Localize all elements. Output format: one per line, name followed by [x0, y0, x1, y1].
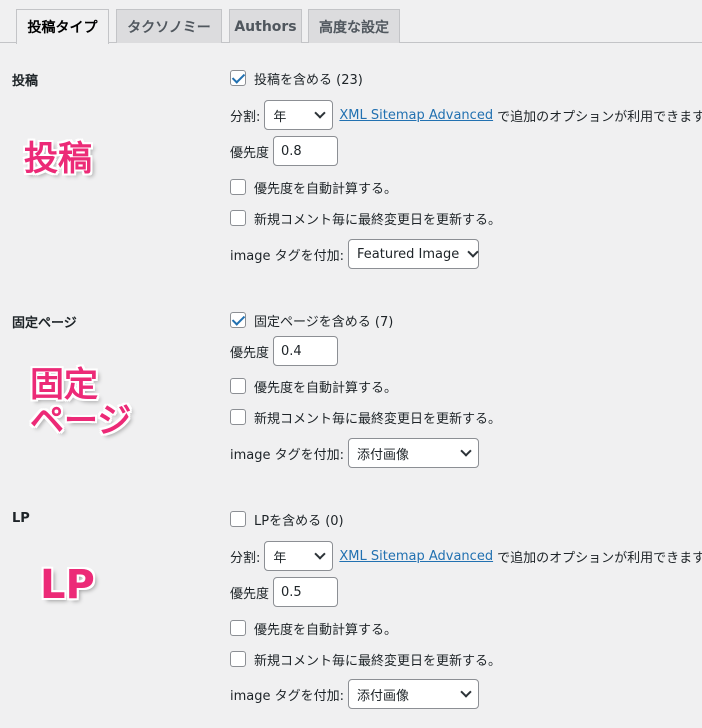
lp-include-row: LPを含める (0) [230, 509, 344, 529]
pages-annotation: 固定 ページ [30, 365, 132, 441]
xml-sitemap-advanced-link[interactable]: XML Sitemap Advanced [339, 108, 493, 123]
lp-include-label: LPを含める (0) [254, 513, 344, 529]
posts-priority-row: 優先度 0.8 [230, 136, 339, 166]
lp-image-tag-value: 添付画像 [357, 688, 410, 704]
lp-image-tag-select[interactable]: 添付画像 [348, 679, 480, 709]
posts-annotation: 投稿 [24, 139, 92, 179]
pages-update-lastmod-label: 新規コメント毎に最終変更日を更新する。 [254, 411, 502, 427]
lp-split-label: 分割: [230, 550, 261, 566]
lp-split-select[interactable]: 年 [264, 541, 334, 571]
chevron-down-icon [467, 246, 479, 258]
lp-image-tag-label: image タグを付加: [230, 688, 345, 704]
pages-priority-value: 0.4 [281, 343, 302, 359]
tab-advanced-settings[interactable]: 高度な設定 [308, 9, 400, 43]
posts-split-value: 年 [273, 109, 287, 125]
posts-priority-label: 優先度 [230, 145, 270, 161]
posts-split-row: 分割: 年 XML Sitemap Advanced で追加のオプションが利用で… [230, 99, 702, 131]
posts-image-tag-select[interactable]: Featured Image [348, 239, 480, 269]
posts-split-select[interactable]: 年 [264, 100, 334, 130]
posts-image-tag-row: image タグを付加: Featured Image [230, 238, 480, 270]
lp-xml-sitemap-advanced-link[interactable]: XML Sitemap Advanced [339, 549, 493, 564]
pages-priority-row: 優先度 0.4 [230, 336, 339, 366]
tab-post-types[interactable]: 投稿タイプ [16, 9, 109, 44]
lp-split-value: 年 [273, 550, 287, 566]
pages-update-lastmod-checkbox[interactable] [230, 409, 246, 425]
pages-include-row: 固定ページを含める (7) [230, 310, 393, 330]
posts-update-lastmod-checkbox[interactable] [230, 210, 246, 226]
posts-split-label: 分割: [230, 109, 261, 125]
chevron-down-icon [314, 548, 327, 560]
posts-priority-value: 0.8 [281, 143, 302, 159]
lp-section-label: LP [12, 511, 30, 526]
lp-include-checkbox[interactable] [230, 511, 246, 527]
pages-auto-priority-label: 優先度を自動計算する。 [254, 380, 398, 396]
lp-auto-priority-checkbox[interactable] [230, 620, 246, 636]
pages-annotation-line2: ページ [30, 400, 132, 441]
posts-auto-priority-checkbox[interactable] [230, 179, 246, 195]
lp-priority-input[interactable]: 0.5 [273, 577, 339, 607]
posts-section-label: 投稿 [12, 74, 39, 89]
posts-include-row: 投稿を含める (23) [230, 68, 363, 88]
tab-taxonomies[interactable]: タクソノミー [116, 9, 222, 43]
posts-update-lastmod-label: 新規コメント毎に最終変更日を更新する。 [254, 212, 502, 228]
lp-update-lastmod-label: 新規コメント毎に最終変更日を更新する。 [254, 653, 502, 669]
settings-tabs: 投稿タイプ タクソノミー Authors 高度な設定 [0, 0, 702, 44]
chevron-down-icon [314, 107, 327, 119]
pages-auto-priority-checkbox[interactable] [230, 378, 246, 394]
pages-include-checkbox[interactable] [230, 312, 246, 328]
lp-priority-value: 0.5 [281, 584, 302, 600]
posts-image-tag-label: image タグを付加: [230, 248, 345, 264]
pages-image-tag-select[interactable]: 添付画像 [348, 438, 480, 468]
pages-section-label: 固定ページ [12, 316, 77, 331]
chevron-down-icon [460, 445, 472, 457]
tab-authors-label: Authors [234, 18, 297, 35]
pages-priority-label: 優先度 [230, 345, 270, 361]
posts-include-label: 投稿を含める (23) [254, 72, 363, 88]
posts-auto-priority-row: 優先度を自動計算する。 [230, 177, 397, 197]
lp-auto-priority-row: 優先度を自動計算する。 [230, 618, 397, 638]
lp-update-lastmod-checkbox[interactable] [230, 651, 246, 667]
lp-priority-label: 優先度 [230, 586, 270, 602]
pages-image-tag-row: image タグを付加: 添付画像 [230, 437, 480, 469]
tab-post-types-label: 投稿タイプ [27, 20, 98, 36]
lp-link-note: で追加のオプションが利用できます。 [497, 550, 702, 566]
tab-authors[interactable]: Authors [229, 9, 302, 43]
tab-advanced-settings-label: 高度な設定 [319, 19, 389, 36]
posts-link-note: で追加のオプションが利用できます。 [497, 109, 702, 125]
posts-include-checkbox[interactable] [230, 70, 246, 86]
posts-update-lastmod-row: 新規コメント毎に最終変更日を更新する。 [230, 208, 501, 228]
pages-include-label: 固定ページを含める (7) [254, 314, 394, 330]
lp-annotation: LP [40, 562, 95, 608]
pages-image-tag-label: image タグを付加: [230, 447, 345, 463]
tab-taxonomies-label: タクソノミー [127, 19, 211, 36]
lp-priority-row: 優先度 0.5 [230, 577, 339, 607]
chevron-down-icon [460, 686, 472, 698]
pages-auto-priority-row: 優先度を自動計算する。 [230, 376, 397, 396]
posts-auto-priority-label: 優先度を自動計算する。 [254, 181, 398, 197]
lp-image-tag-row: image タグを付加: 添付画像 [230, 678, 480, 710]
lp-update-lastmod-row: 新規コメント毎に最終変更日を更新する。 [230, 649, 501, 669]
pages-annotation-line1: 固定 [30, 365, 98, 405]
posts-priority-input[interactable]: 0.8 [273, 136, 339, 166]
posts-image-tag-value: Featured Image [357, 246, 460, 262]
lp-split-row: 分割: 年 XML Sitemap Advanced で追加のオプションが利用で… [230, 540, 702, 572]
pages-priority-input[interactable]: 0.4 [273, 336, 339, 366]
pages-image-tag-value: 添付画像 [357, 447, 410, 463]
lp-auto-priority-label: 優先度を自動計算する。 [254, 622, 398, 638]
pages-update-lastmod-row: 新規コメント毎に最終変更日を更新する。 [230, 407, 501, 427]
